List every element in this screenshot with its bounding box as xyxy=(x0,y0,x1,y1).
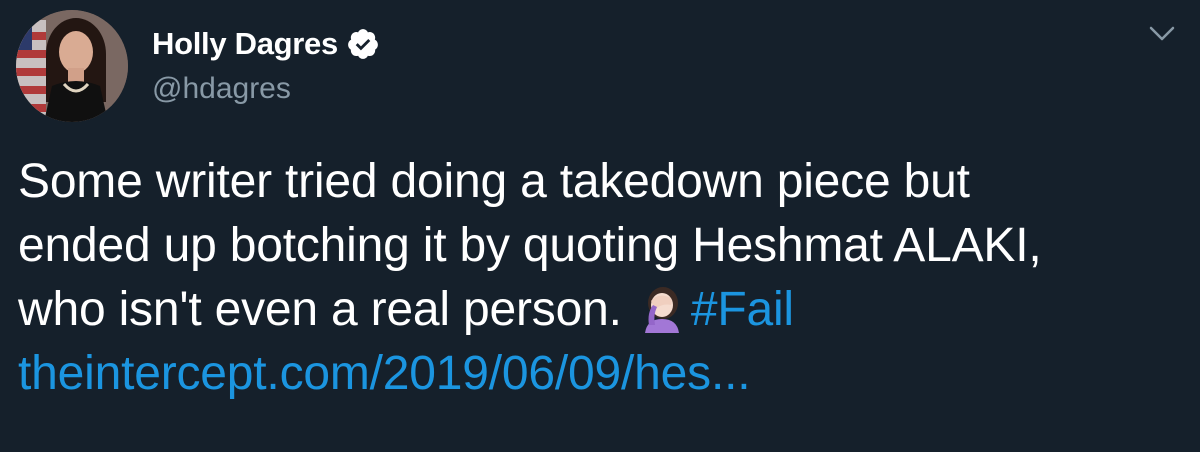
article-link[interactable]: theintercept.com/2019/06/09/hes... xyxy=(18,347,751,400)
tweet-line-text: who isn't even a real person. xyxy=(18,283,635,336)
person-facepalming-emoji xyxy=(637,283,687,333)
avatar[interactable] xyxy=(16,10,128,122)
chevron-down-icon[interactable] xyxy=(1148,24,1176,44)
tweet-line: ended up botching it by quoting Heshmat … xyxy=(18,219,1042,272)
tweet-card: Holly Dagres @hdagres Some writer tried … xyxy=(0,0,1200,452)
tweet-text: Some writer tried doing a takedown piece… xyxy=(18,150,1188,406)
verified-badge-icon xyxy=(346,27,380,61)
tweet-line: Some writer tried doing a takedown piece… xyxy=(18,155,970,208)
author-handle[interactable]: @hdagres xyxy=(152,72,291,106)
profile-photo xyxy=(16,10,128,122)
author-name-row: Holly Dagres xyxy=(152,24,380,64)
tweet-line: theintercept.com/2019/06/09/hes... xyxy=(18,342,1188,406)
tweet-line: who isn't even a real person. #Fail xyxy=(18,278,1188,342)
hashtag-link[interactable]: #Fail xyxy=(691,283,794,336)
author-display-name[interactable]: Holly Dagres xyxy=(152,26,338,62)
